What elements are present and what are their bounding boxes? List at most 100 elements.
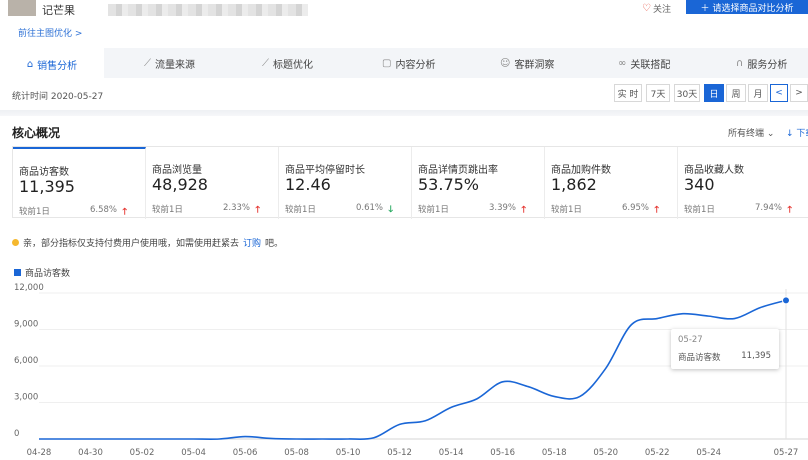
- terminal-select[interactable]: 所有终端 ⌄: [728, 126, 774, 139]
- x-tick-label: 05-24: [696, 448, 721, 458]
- x-tick-label: 05-02: [130, 448, 155, 458]
- tooltip-series: 商品访客数: [678, 353, 721, 363]
- metric-card-pageviews[interactable]: 商品浏览量 48,928 较前1日 2.33% 🡑: [146, 147, 279, 219]
- metric-value: 1,862: [551, 175, 597, 194]
- bag-icon: ⌂: [26, 58, 34, 70]
- arrow-up-icon: 🡑: [787, 205, 792, 215]
- tab-traffic[interactable]: ⟋ 流量来源: [144, 48, 195, 78]
- x-tick-label: 05-10: [336, 448, 361, 458]
- download-link[interactable]: ↓ 下载: [786, 126, 808, 139]
- tab-sales[interactable]: ⌂ 销售分析: [0, 48, 104, 78]
- arrow-up-icon: 🡑: [255, 205, 260, 215]
- x-tick-label: 05-04: [181, 448, 206, 458]
- range-week[interactable]: 周: [726, 84, 746, 102]
- x-tick-label: 05-22: [645, 448, 670, 458]
- metric-card-visitors[interactable]: 商品访客数 11,395 较前1日 6.58% 🡑: [13, 147, 146, 219]
- x-tick-label: 05-27: [774, 448, 799, 458]
- metric-value: 340: [684, 175, 715, 194]
- chart-tooltip: 05-27 商品访客数 11,395: [671, 329, 779, 369]
- y-tick-label: 12,000: [14, 283, 44, 293]
- home-optimize-link[interactable]: 前往主图优化 >: [18, 26, 82, 39]
- arrow-down-icon: 🡓: [388, 205, 393, 215]
- metric-compare: 较前1日: [551, 205, 582, 215]
- prev-date-button[interactable]: <: [770, 84, 788, 102]
- metric-label: 商品平均停留时长: [285, 165, 365, 176]
- metric-card-favorites[interactable]: 商品收藏人数 340 较前1日 7.94% 🡑: [678, 147, 808, 219]
- analysis-tabs: ⌂ 销售分析 ⟋ 流量来源 ⟋ 标题优化 ▢ 内容分析 ☺ 客群洞察 ∞ 关联搭…: [0, 48, 808, 78]
- compare-products-button[interactable]: ＋ 请选择商品对比分析: [686, 0, 808, 14]
- visitors-line-chart[interactable]: 0 3,000 6,000 9,000 12,000 04-28 04-30 05-02 05-…: [0, 280, 808, 460]
- x-tick-label: 05-12: [387, 448, 412, 458]
- range-day[interactable]: 日: [704, 84, 724, 102]
- metric-label: 商品浏览量: [152, 165, 202, 176]
- metric-card-dwell[interactable]: 商品平均停留时长 12.46 较前1日 0.61% 🡓: [279, 147, 412, 219]
- range-month[interactable]: 月: [748, 84, 768, 102]
- stat-date: 统计时间 2020-05-27: [12, 92, 104, 102]
- follow-label: 关注: [652, 5, 671, 15]
- metric-change: 0.61%: [355, 203, 383, 213]
- blurred-title: [108, 4, 308, 16]
- next-date-button[interactable]: >: [790, 84, 808, 102]
- metric-value: 53.75%: [418, 175, 480, 194]
- metric-change: 6.58%: [89, 205, 117, 215]
- metric-compare: 较前1日: [19, 207, 50, 217]
- legend-label: 商品访客数: [25, 269, 71, 279]
- metric-label: 商品加购件数: [551, 165, 611, 176]
- paid-notice: 亲，部分指标仅支持付费用户使用哦，如需使用赶紧去 订购 吧。: [12, 236, 283, 249]
- metric-compare: 较前1日: [684, 205, 715, 215]
- tab-audience[interactable]: ☺ 客群洞察: [500, 48, 554, 78]
- metric-value: 12.46: [285, 175, 331, 194]
- user-icon: ☺: [500, 57, 511, 69]
- metric-change: 7.94%: [754, 203, 782, 213]
- link-icon: ∞: [618, 57, 627, 69]
- stat-toolbar: 统计时间 2020-05-27 实 时 7天 30天 日 周 月 < >: [0, 80, 808, 108]
- tab-label: 关联搭配: [630, 59, 671, 71]
- tooltip-date: 05-27: [678, 335, 703, 345]
- follow-button[interactable]: ♡ 关注: [642, 2, 671, 15]
- headset-icon: ∩: [736, 57, 744, 69]
- tab-content[interactable]: ▢ 内容分析: [382, 48, 435, 78]
- metric-card-bounce[interactable]: 商品详情页跳出率 53.75% 较前1日 3.39% 🡑: [412, 147, 545, 219]
- y-tick-label: 6,000: [14, 356, 38, 366]
- range-7d[interactable]: 7天: [646, 84, 670, 102]
- tab-label: 标题优化: [273, 59, 313, 71]
- notice-text: 亲，部分指标仅支持付费用户使用哦，如需使用赶紧去: [23, 239, 240, 249]
- tab-title-optimize[interactable]: ⟋ 标题优化: [262, 48, 313, 78]
- tab-bundle[interactable]: ∞ 关联搭配: [618, 48, 670, 78]
- x-tick-label: 05-16: [490, 448, 515, 458]
- series-line-visitors: [39, 299, 787, 441]
- tab-service[interactable]: ∩ 服务分析: [736, 48, 787, 78]
- metric-compare: 较前1日: [418, 205, 449, 215]
- range-realtime[interactable]: 实 时: [614, 84, 642, 102]
- subscribe-link[interactable]: 订购: [243, 236, 261, 249]
- range-30d[interactable]: 30天: [674, 84, 700, 102]
- chart-legend[interactable]: 商品访客数: [14, 266, 70, 279]
- plus-icon: ＋: [700, 3, 710, 14]
- metric-compare: 较前1日: [152, 205, 183, 215]
- x-tick-label: 05-18: [542, 448, 567, 458]
- metric-label: 商品收藏人数: [684, 165, 744, 176]
- section-divider: [0, 110, 808, 116]
- metric-change: 2.33%: [222, 203, 250, 213]
- arrow-up-icon: 🡑: [122, 207, 127, 217]
- x-tick-label: 05-14: [439, 448, 464, 458]
- metric-change: 6.95%: [621, 203, 649, 213]
- x-tick-label: 05-20: [593, 448, 618, 458]
- arrow-up-icon: 🡑: [521, 205, 526, 215]
- tab-label: 客群洞察: [514, 59, 555, 71]
- metric-label: 商品访客数: [19, 167, 69, 178]
- y-tick-label: 9,000: [14, 320, 38, 330]
- y-tick-label: 0: [14, 429, 19, 439]
- overview-title: 核心概况: [12, 126, 61, 140]
- tab-label: 内容分析: [395, 59, 436, 71]
- info-dot-icon: [12, 239, 19, 246]
- metric-card-cart[interactable]: 商品加购件数 1,862 较前1日 6.95% 🡑: [545, 147, 678, 219]
- x-tick-label: 04-30: [78, 448, 103, 458]
- x-tick-label: 05-06: [233, 448, 258, 458]
- tab-label: 销售分析: [37, 60, 78, 72]
- metric-compare: 较前1日: [285, 205, 316, 215]
- trend-icon: ⟋: [262, 57, 269, 69]
- top-bar: 记芒果 ♡ 关注 ＋ 请选择商品对比分析: [0, 0, 808, 22]
- arrow-up-icon: 🡑: [654, 205, 659, 215]
- compare-label: 请选择商品对比分析: [712, 3, 794, 14]
